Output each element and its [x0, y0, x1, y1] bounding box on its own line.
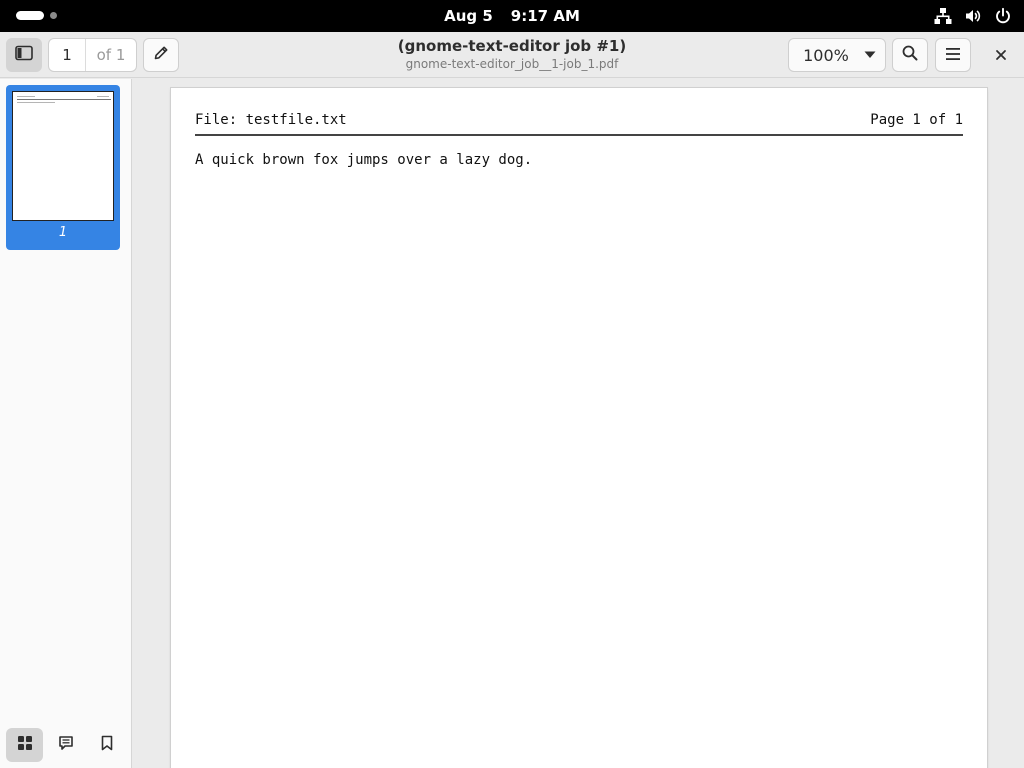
- volume-icon[interactable]: [964, 7, 982, 25]
- close-icon: [995, 46, 1007, 65]
- annotations-view-button[interactable]: [47, 728, 84, 762]
- thumbnails-icon: [17, 735, 33, 755]
- sidebar-toggle-button[interactable]: [6, 38, 42, 72]
- page-header-filename: File: testfile.txt: [195, 112, 347, 128]
- chevron-down-icon[interactable]: [855, 51, 885, 59]
- search-icon: [902, 45, 918, 65]
- workspace-active-pill: [16, 11, 44, 20]
- system-top-bar: Aug 5 9:17 AM: [0, 0, 1024, 32]
- page-thumbnail-preview: [12, 91, 114, 221]
- network-icon[interactable]: [934, 7, 952, 25]
- bookmarks-icon: [100, 735, 114, 755]
- document-view[interactable]: File: testfile.txt Page 1 of 1 A quick b…: [133, 79, 1024, 768]
- page-header-page-number: Page 1 of 1: [870, 112, 963, 128]
- pencil-icon: [153, 45, 169, 65]
- page-thumbnail-selected[interactable]: 1: [6, 85, 120, 250]
- annotate-button[interactable]: [143, 38, 179, 72]
- header-bar: 1 of 1 (gnome-text-editor job #1) gnome-…: [0, 32, 1024, 78]
- search-button[interactable]: [892, 38, 928, 72]
- thumbnails-view-button[interactable]: [6, 728, 44, 762]
- workspace-dot: [50, 12, 57, 19]
- pdf-page: File: testfile.txt Page 1 of 1 A quick b…: [171, 88, 987, 768]
- close-window-button[interactable]: [984, 38, 1018, 72]
- window-title-block: (gnome-text-editor job #1) gnome-text-ed…: [300, 36, 724, 72]
- hamburger-menu-icon: [945, 46, 961, 65]
- current-page-field[interactable]: 1: [49, 39, 86, 71]
- thumbnail-page-number: 1: [58, 225, 68, 240]
- window-subtitle: gnome-text-editor_job__1-job_1.pdf: [405, 57, 619, 71]
- clock[interactable]: Aug 5 9:17 AM: [0, 0, 1024, 32]
- page-header: File: testfile.txt Page 1 of 1: [195, 112, 963, 136]
- sidebar: 1: [0, 79, 132, 768]
- system-tray[interactable]: [934, 0, 1012, 32]
- zoom-value[interactable]: 100%: [789, 46, 855, 65]
- page-number-entry[interactable]: 1 of 1: [48, 38, 137, 72]
- main-menu-button[interactable]: [935, 38, 971, 72]
- annotations-icon: [58, 735, 74, 755]
- page-body-text: A quick brown fox jumps over a lazy dog.: [195, 152, 533, 168]
- bookmarks-view-button[interactable]: [89, 728, 126, 762]
- sidebar-show-icon: [15, 45, 33, 65]
- total-pages-label: of 1: [96, 46, 126, 64]
- activities-indicator[interactable]: [16, 11, 57, 20]
- sidebar-view-switcher: [6, 728, 126, 764]
- zoom-selector[interactable]: 100%: [788, 38, 886, 72]
- clock-time[interactable]: 9:17 AM: [511, 7, 580, 25]
- power-icon[interactable]: [994, 7, 1012, 25]
- window-title: (gnome-text-editor job #1): [397, 37, 627, 55]
- clock-date[interactable]: Aug 5: [444, 7, 493, 25]
